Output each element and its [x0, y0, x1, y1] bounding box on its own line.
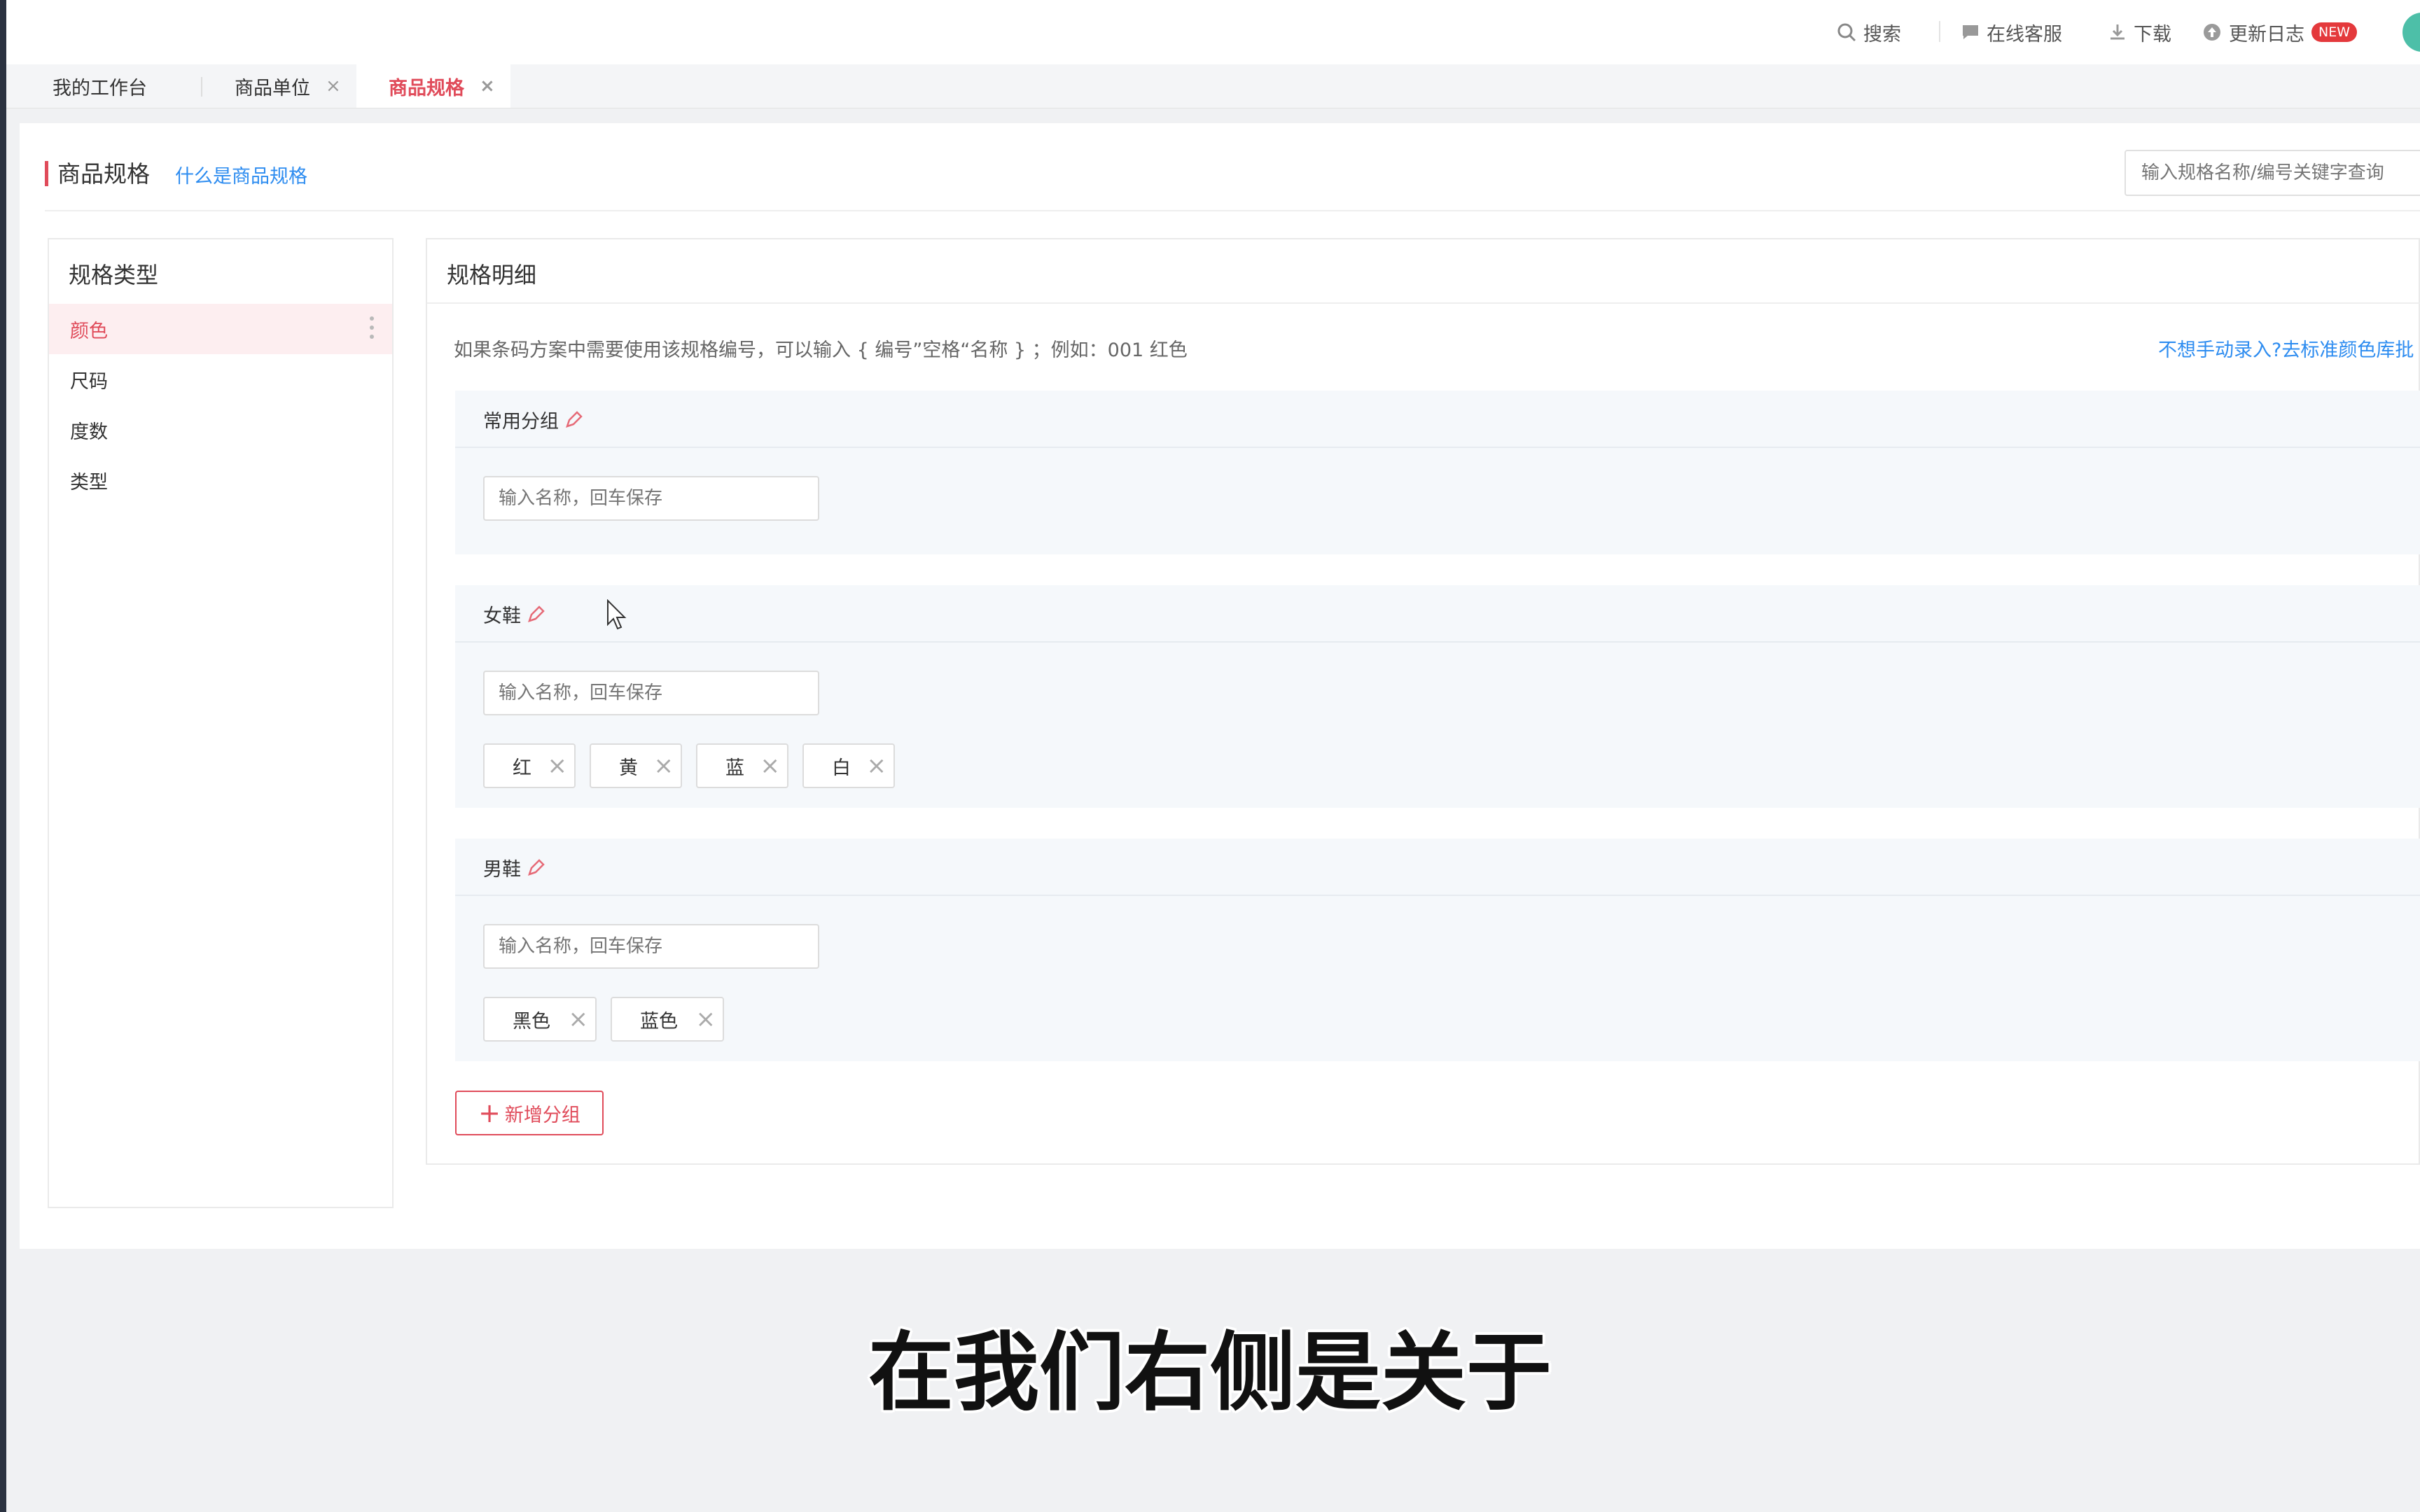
search-button[interactable]: 搜索 [1837, 18, 1901, 46]
spec-type-label: 类型 [70, 471, 108, 493]
spec-value-label: 白 [832, 757, 851, 779]
plus-icon: + [478, 1098, 501, 1128]
more-icon[interactable] [370, 316, 374, 344]
group-header: 女鞋 [455, 585, 2420, 643]
tab-label: 我的工作台 [53, 77, 147, 99]
spec-detail-title: 规格明细 [447, 262, 537, 288]
divider [45, 210, 2420, 211]
spec-group: 常用分组 [455, 391, 2420, 554]
group-name-label: 常用分组 [483, 411, 559, 433]
help-link[interactable]: 什么是商品规格 [175, 161, 307, 188]
edit-icon[interactable] [527, 605, 545, 624]
mouse-cursor-icon [607, 599, 627, 630]
top-bar: 搜索 在线客服 下载 更新日志 NEW [6, 0, 2420, 65]
left-window-edge [0, 0, 6, 1512]
search-label: 搜索 [1863, 23, 1901, 46]
tab-workbench[interactable]: 我的工作台 [53, 64, 147, 108]
add-group-button[interactable]: + 新增分组 [455, 1091, 604, 1135]
remove-icon[interactable]: × [548, 752, 568, 779]
group-name: 常用分组 [483, 406, 583, 433]
remove-icon[interactable]: × [760, 752, 781, 779]
video-subtitle: 在我们右侧是关于 [868, 1323, 1552, 1422]
spec-value-tag: 蓝 × [696, 743, 788, 788]
close-icon[interactable]: × [480, 76, 495, 97]
tab-label: 商品规格 [389, 77, 464, 99]
remove-icon[interactable]: × [569, 1006, 589, 1032]
group-name: 女鞋 [483, 601, 545, 628]
spec-type-item-type[interactable]: 类型 [49, 455, 392, 505]
update-icon [2204, 24, 2220, 41]
avatar[interactable] [2402, 13, 2420, 52]
download-button[interactable]: 下载 [2108, 18, 2171, 46]
online-service-label: 在线客服 [1987, 23, 2062, 46]
chat-icon [1963, 25, 1978, 39]
title-accent-bar [45, 161, 48, 186]
edit-icon[interactable] [564, 410, 583, 429]
changelog-button[interactable]: 更新日志 NEW [2202, 18, 2358, 46]
spec-type-item-degree[interactable]: 度数 [49, 405, 392, 455]
new-badge: NEW [2311, 22, 2358, 42]
spec-value-tag: 黑色 × [483, 997, 597, 1042]
add-group-label: 新增分组 [504, 1104, 580, 1126]
spec-value-label: 黄 [619, 757, 638, 779]
group-name-label: 女鞋 [483, 606, 521, 627]
spec-value-label: 蓝色 [640, 1010, 678, 1032]
spec-group: 女鞋 红 × 黄 × 蓝 × 白 × [455, 585, 2420, 808]
spec-type-item-size[interactable]: 尺码 [49, 354, 392, 405]
group-value-input[interactable] [483, 671, 819, 715]
divider [1939, 21, 1940, 42]
changelog-label: 更新日志 [2229, 23, 2304, 46]
online-service-button[interactable]: 在线客服 [1961, 18, 2062, 46]
page-title: 商品规格 [57, 160, 150, 188]
spec-type-item-color[interactable]: 颜色 [49, 304, 392, 354]
spec-group: 男鞋 黑色 × 蓝色 × [455, 839, 2420, 1061]
spec-type-label: 度数 [70, 421, 108, 443]
group-value-input[interactable] [483, 924, 819, 969]
group-header: 男鞋 [455, 839, 2420, 896]
spec-value-label: 蓝 [725, 757, 744, 779]
group-value-input[interactable] [483, 476, 819, 521]
spec-value-tag: 白 × [802, 743, 895, 788]
spec-value-tag: 红 × [483, 743, 576, 788]
search-icon [1837, 23, 1856, 42]
remove-icon[interactable]: × [696, 1006, 716, 1032]
spec-type-label: 尺码 [70, 370, 108, 393]
spec-value-tag: 黄 × [590, 743, 682, 788]
download-icon [2110, 24, 2125, 40]
edit-icon[interactable] [527, 858, 545, 877]
tab-bar: 我的工作台 商品单位 × 商品规格 × [6, 64, 2420, 108]
tab-product-spec[interactable]: 商品规格 × [356, 64, 510, 108]
spec-type-label: 颜色 [70, 320, 108, 342]
tab-product-unit[interactable]: 商品单位 × [235, 64, 341, 108]
spec-type-title: 规格类型 [69, 262, 159, 288]
spec-value-tag: 蓝色 × [611, 997, 724, 1042]
tab-divider [201, 77, 202, 97]
group-header: 常用分组 [455, 391, 2420, 448]
group-name-label: 男鞋 [483, 859, 521, 881]
download-label: 下载 [2134, 23, 2171, 46]
divider [427, 302, 2420, 304]
barcode-hint: 如果条码方案中需要使用该规格编号，可以输入 { 编号”空格“名称 } ；例如：0… [454, 340, 1188, 361]
spec-search-input[interactable] [2125, 150, 2420, 196]
spec-value-label: 黑色 [513, 1010, 550, 1032]
remove-icon[interactable]: × [867, 752, 887, 779]
standard-color-library-link[interactable]: 不想手动录入?去标准颜色库批 [2158, 335, 2414, 362]
remove-icon[interactable]: × [654, 752, 674, 779]
tab-label: 商品单位 [235, 77, 310, 99]
close-icon[interactable]: × [326, 76, 341, 97]
spec-value-label: 红 [513, 757, 531, 779]
group-name: 男鞋 [483, 854, 545, 881]
